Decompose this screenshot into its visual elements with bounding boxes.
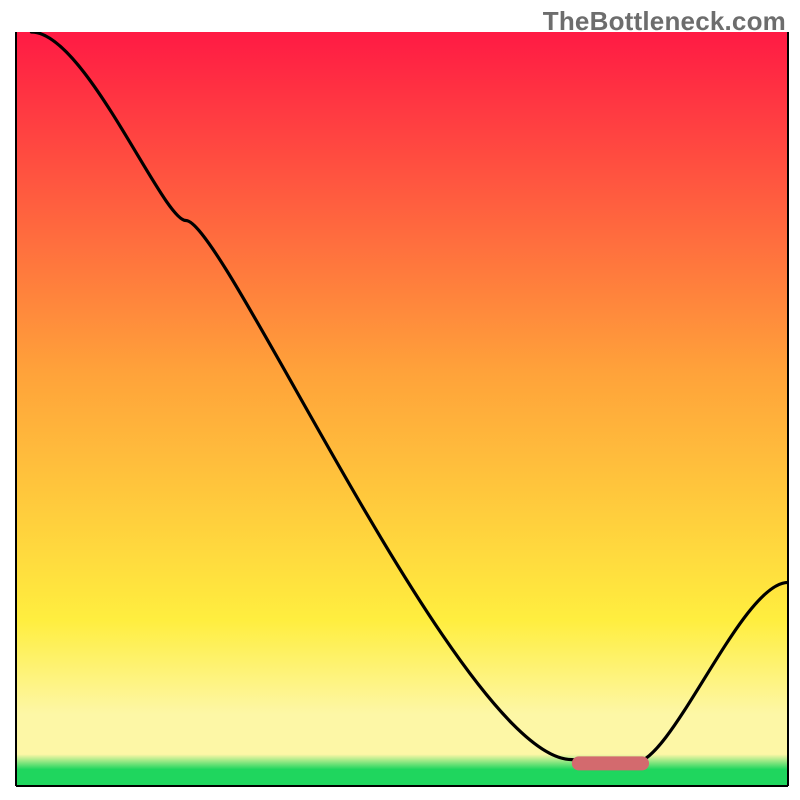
chart-stage: TheBottleneck.com bbox=[0, 0, 800, 800]
optimal-range-marker bbox=[572, 756, 649, 770]
bottleneck-chart bbox=[0, 0, 800, 800]
